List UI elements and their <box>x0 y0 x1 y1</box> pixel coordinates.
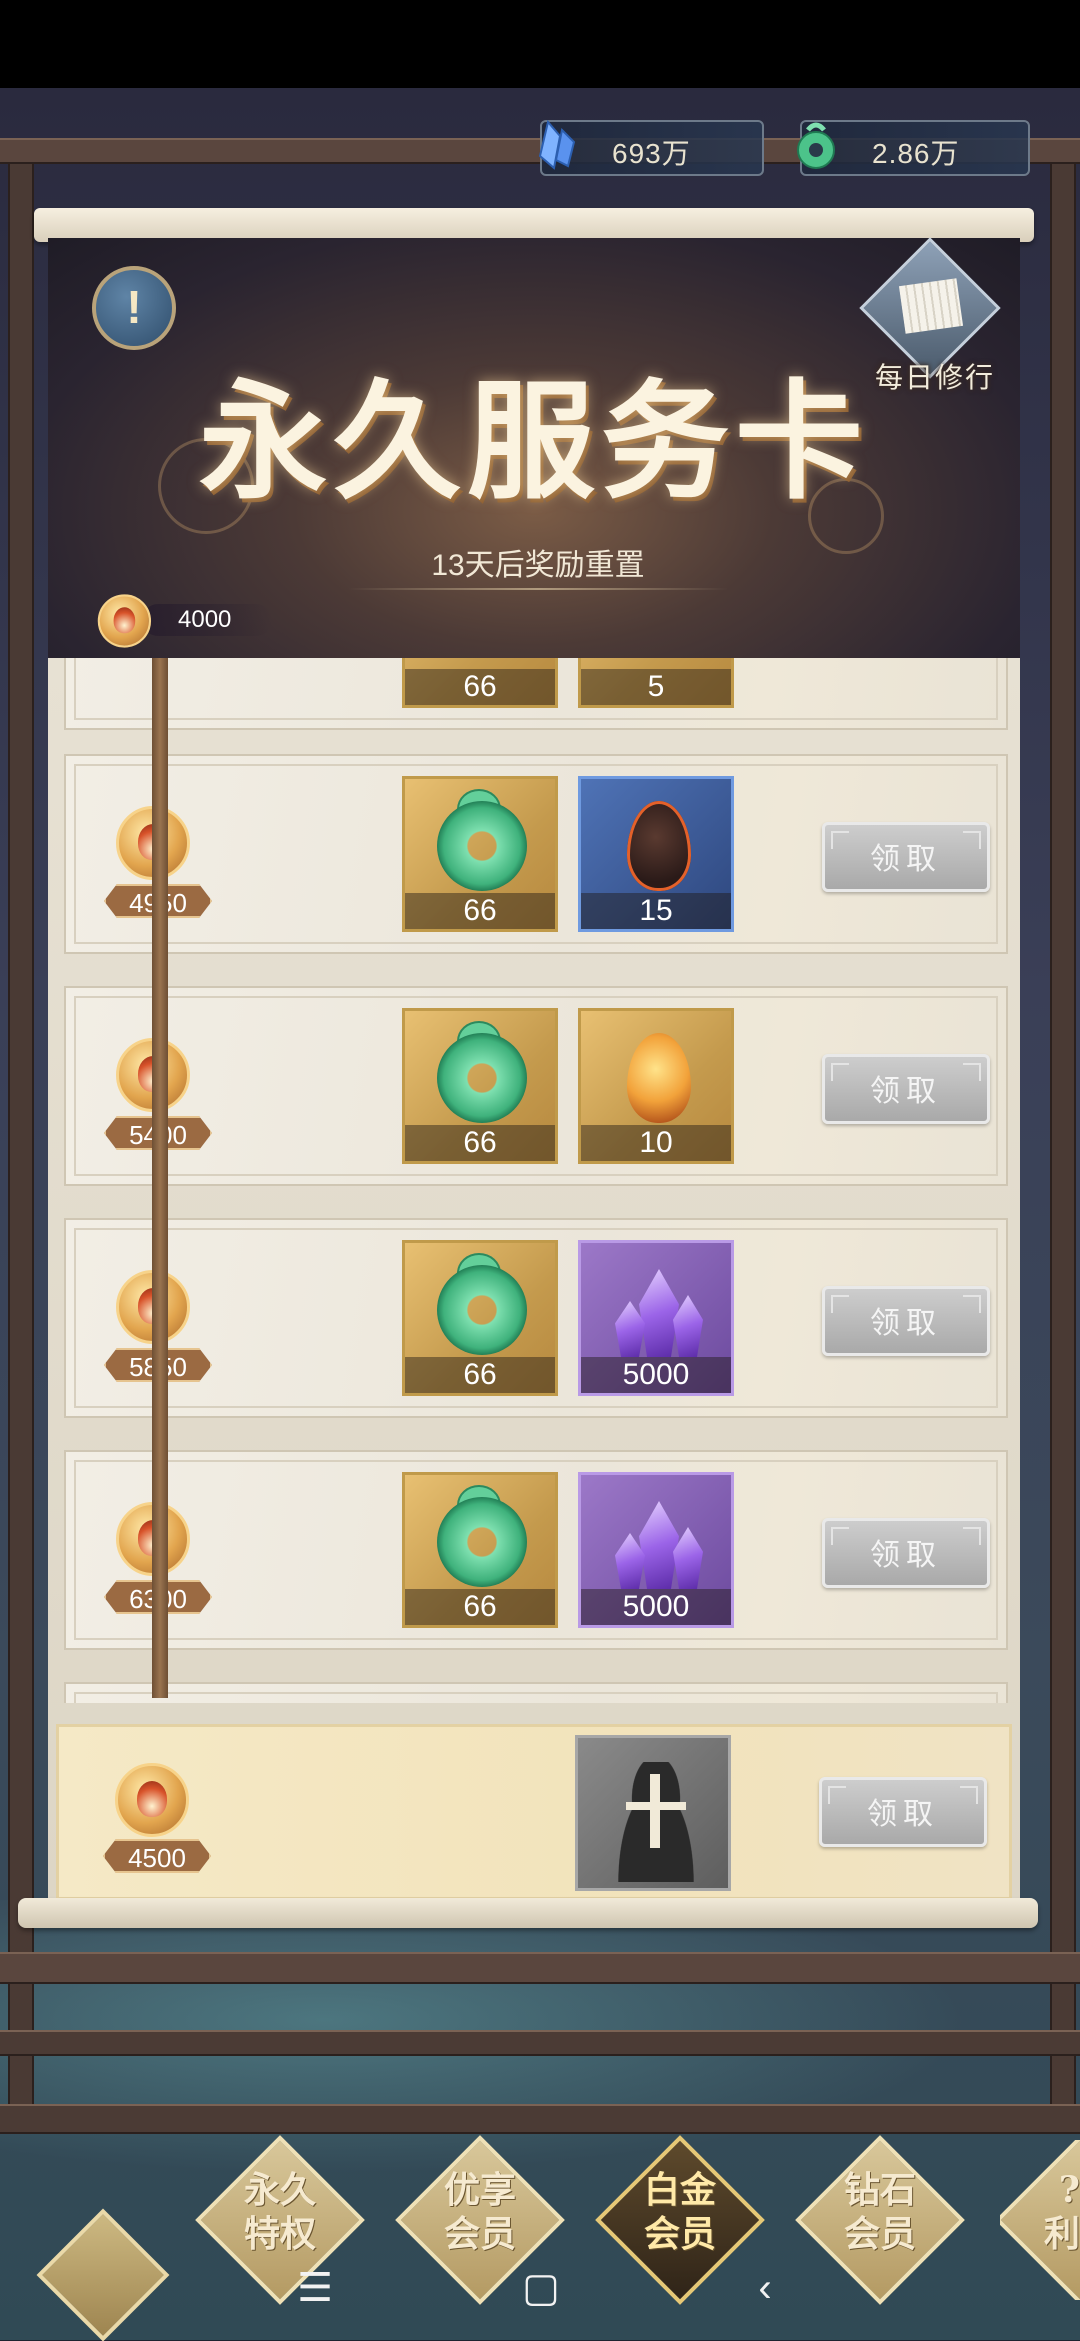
reward-row: 5850 66 5000 领取 <box>64 1218 1008 1418</box>
reward-item[interactable]: 5 <box>578 658 734 708</box>
item-quantity: 66 <box>405 893 555 929</box>
reset-countdown: 13天后奖励重置 <box>431 549 645 582</box>
frame-post-right <box>1050 140 1076 2124</box>
scroll-roll-top <box>34 208 1034 242</box>
claim-button[interactable]: 领取 <box>822 1286 990 1356</box>
progress-track <box>152 658 168 1698</box>
reward-panel: 66 5 4950 66 15 领取 <box>48 658 1020 1900</box>
claim-button[interactable]: 领取 <box>819 1777 987 1847</box>
claim-button[interactable]: 领取 <box>822 1054 990 1124</box>
daily-practice-label: 每日修行 <box>874 361 995 394</box>
jade-reward-item[interactable]: 66 <box>402 1008 558 1164</box>
frame-rail-lower <box>0 1952 1080 1984</box>
jade-reward-item[interactable]: 66 <box>402 776 558 932</box>
reward-row-partial <box>64 1682 1008 1703</box>
blue-crystal-icon <box>538 119 576 170</box>
crystal-reward-item[interactable]: 5000 <box>578 1472 734 1628</box>
fire-egg-reward-item[interactable]: 10 <box>578 1008 734 1164</box>
flame-icon <box>137 1781 167 1817</box>
flame-icon <box>113 607 136 634</box>
flame-medal-icon <box>107 1757 197 1853</box>
item-quantity: 5000 <box>581 1589 731 1625</box>
current-score: 4000 <box>92 590 292 648</box>
jade-pendant-icon <box>437 1497 527 1587</box>
item-quantity: 66 <box>405 1589 555 1625</box>
bonus-reward-row: 4500 领取 <box>56 1724 1012 1900</box>
item-quantity: 66 <box>405 1125 555 1161</box>
dark-egg-reward-item[interactable]: 15 <box>578 776 734 932</box>
subtitle-divider <box>348 588 728 590</box>
system-nav-bar: ☰ ▢ ‹ <box>0 2236 1080 2340</box>
jade-reward-item[interactable]: 66 <box>402 1472 558 1628</box>
item-quantity: 66 <box>405 1357 555 1393</box>
info-button[interactable]: ! <box>92 266 176 350</box>
flame-medal-icon <box>92 590 157 659</box>
item-quantity: 66 <box>405 669 555 705</box>
jade-pendant-icon <box>437 801 527 891</box>
jade-pendant-icon <box>437 1265 527 1355</box>
frame-rail-bottom <box>0 2030 1080 2056</box>
jade-reward-item[interactable]: 66 <box>402 658 558 708</box>
book-pages-icon <box>898 278 964 334</box>
crystal-reward-item[interactable]: 5000 <box>578 1240 734 1396</box>
jade-reward-item[interactable]: 66 <box>402 1240 558 1396</box>
jade-currency: 2.86万 <box>797 120 1030 176</box>
reward-row-partial: 66 5 <box>64 658 1008 730</box>
current-score-value: 4000 <box>142 604 272 636</box>
claim-button[interactable]: 领取 <box>822 822 990 892</box>
crystal-amount: 693万 <box>612 138 691 169</box>
cross-icon <box>650 1774 660 1848</box>
purple-crystal-icon <box>609 1497 709 1589</box>
item-quantity: 5000 <box>581 1357 731 1393</box>
exclamation-icon: ! <box>126 281 142 333</box>
reward-row: 6300 66 5000 领取 <box>64 1450 1008 1650</box>
jade-amount: 2.86万 <box>872 138 960 169</box>
reward-list[interactable]: 66 5 4950 66 15 领取 <box>48 658 1020 1703</box>
daily-practice-button[interactable]: 每日修行 <box>859 237 1010 394</box>
crystal-currency: 693万 <box>538 119 764 176</box>
cross-icon-bar <box>626 1802 686 1810</box>
mystery-character-item[interactable] <box>575 1735 731 1891</box>
reward-row: 4950 66 15 领取 <box>64 754 1008 954</box>
status-bar <box>0 0 1080 88</box>
claim-button[interactable]: 领取 <box>822 1518 990 1588</box>
jade-pendant-icon <box>797 122 835 169</box>
menu-icon[interactable]: ☰ <box>280 2260 350 2316</box>
home-icon[interactable]: ▢ <box>506 2260 576 2316</box>
item-quantity: 10 <box>581 1125 731 1161</box>
fire-egg-icon <box>627 1033 691 1123</box>
reward-row: 5400 66 10 领取 <box>64 986 1008 1186</box>
dark-egg-icon <box>627 801 691 891</box>
jade-pendant-icon <box>437 1033 527 1123</box>
item-quantity: 5 <box>581 669 731 705</box>
score-threshold: 4500 <box>103 1839 211 1873</box>
back-icon[interactable]: ‹ <box>730 2260 800 2316</box>
frame-post-left <box>8 140 34 2124</box>
item-quantity: 15 <box>581 893 731 929</box>
purple-crystal-icon <box>609 1265 709 1357</box>
scroll-roll-bottom <box>18 1898 1038 1928</box>
